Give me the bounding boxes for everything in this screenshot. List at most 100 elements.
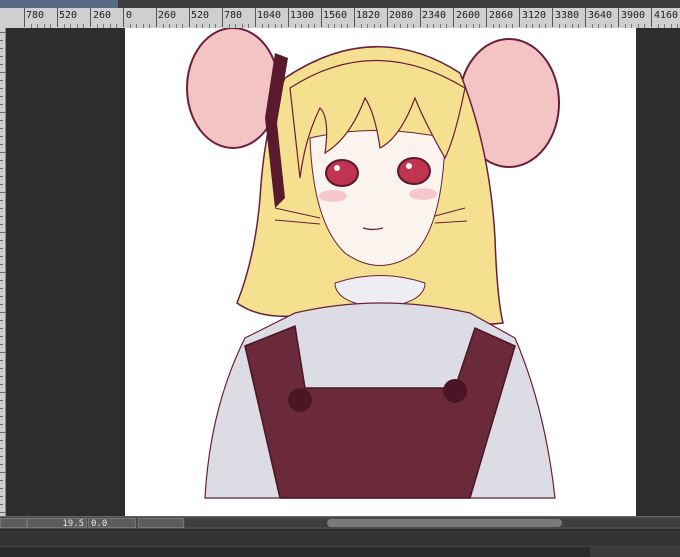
ruler-tick: [0, 200, 3, 201]
dress-button-right: [443, 379, 467, 403]
ruler-tick: [0, 376, 3, 377]
ruler-label: 520: [191, 10, 210, 21]
horizontal-scrollbar-thumb[interactable]: [327, 519, 562, 527]
ruler-label: 0: [126, 10, 133, 21]
ruler-major-tick: [420, 8, 421, 27]
ruler-tick: [0, 64, 3, 65]
ruler-tick: [0, 360, 3, 361]
ruler-tick: [0, 176, 3, 177]
ruler-tick: [0, 144, 3, 145]
status-bar: 19.5 0.0: [0, 516, 680, 529]
navigator-field[interactable]: [0, 518, 27, 528]
ruler-tick: [0, 112, 5, 113]
ruler-tick: [0, 128, 3, 129]
ruler-tick: [0, 480, 3, 481]
ruler-tick: [0, 392, 5, 393]
ruler-tick: [0, 224, 3, 225]
ruler-tick: [0, 280, 3, 281]
ruler-tick: [0, 432, 5, 433]
ruler-major-tick: [156, 8, 157, 27]
dress-button-left: [288, 388, 312, 412]
ruler-label: 260: [93, 10, 112, 21]
ruler-label: 1040: [257, 10, 282, 21]
bottom-tab-strip: [0, 546, 680, 557]
ruler-major-tick: [354, 8, 355, 27]
ruler-tick: [0, 88, 3, 89]
horizontal-scrollbar[interactable]: [185, 519, 680, 527]
ruler-major-tick: [651, 8, 652, 27]
ruler-label: 2340: [422, 10, 447, 21]
ruler-tick: [0, 464, 3, 465]
ruler-major-tick: [57, 8, 58, 27]
ruler-tick: [0, 240, 3, 241]
ruler-tick: [0, 496, 3, 497]
left-mouse-ear: [186, 28, 280, 149]
ruler-tick: [0, 80, 3, 81]
drawing-canvas[interactable]: [125, 28, 636, 516]
ruler-label: 780: [224, 10, 243, 21]
ruler-tick: [0, 408, 3, 409]
ruler-tick: [0, 328, 3, 329]
ruler-tick: [0, 152, 5, 153]
ruler-label: 4160: [654, 10, 679, 21]
eye-highlight: [334, 165, 340, 171]
ruler-major-tick: [222, 8, 223, 27]
ruler-major-tick: [90, 8, 91, 27]
ruler-label: 3900: [621, 10, 646, 21]
ruler-tick: [0, 32, 5, 33]
ruler-tick: [0, 456, 3, 457]
ruler-label: 2600: [456, 10, 481, 21]
left-eye: [325, 159, 359, 187]
ruler-major-tick: [519, 8, 520, 27]
ruler-tick: [0, 448, 3, 449]
ruler-major-tick: [387, 8, 388, 27]
ruler-tick: [0, 320, 3, 321]
ruler-major-tick: [453, 8, 454, 27]
ruler-tick: [0, 472, 5, 473]
ruler-tick: [0, 96, 3, 97]
ruler-tick: [0, 56, 3, 57]
ruler-label: 260: [158, 10, 177, 21]
ruler-label: 3380: [555, 10, 580, 21]
rotation-field[interactable]: 0.0: [88, 518, 136, 529]
ruler-tick: [0, 168, 3, 169]
ruler-label: 520: [59, 10, 78, 21]
ruler-tick: [0, 48, 3, 49]
ruler-tick: [0, 288, 3, 289]
ruler-tick: [0, 184, 3, 185]
ruler-major-tick: [486, 8, 487, 27]
ruler-tick: [0, 256, 3, 257]
ruler-tick: [0, 440, 3, 441]
ruler-tick: [0, 264, 3, 265]
zoom-field[interactable]: 19.5: [27, 518, 87, 529]
ruler-label: 780: [26, 10, 45, 21]
ruler-tick: [0, 72, 5, 73]
ruler-label: 3640: [588, 10, 613, 21]
ruler-tick: [0, 504, 3, 505]
active-document-tab[interactable]: [0, 0, 118, 8]
ruler-label: 1300: [290, 10, 315, 21]
ruler-tick: [0, 248, 3, 249]
ruler-tick: [0, 488, 3, 489]
ruler-tick: [0, 368, 3, 369]
eye-highlight: [406, 163, 412, 169]
ruler-tick: [0, 416, 3, 417]
ruler-tick: [0, 136, 3, 137]
ruler-major-tick: [618, 8, 619, 27]
ruler-tick: [0, 40, 3, 41]
ruler-major-tick: [255, 8, 256, 27]
left-blush: [319, 190, 347, 202]
ruler-tick: [0, 312, 5, 313]
right-eye: [397, 157, 431, 185]
ruler-label: 2080: [389, 10, 414, 21]
status-extra-field[interactable]: [138, 518, 184, 528]
illustration-artwork: [186, 28, 560, 499]
ruler-major-tick: [321, 8, 322, 27]
right-blush: [409, 188, 437, 200]
ruler-label: 1820: [356, 10, 381, 21]
ruler-tick: [0, 512, 5, 513]
ruler-tick: [0, 400, 3, 401]
ruler-tick: [0, 424, 3, 425]
ruler-tick: [0, 272, 5, 273]
ruler-tick: [0, 160, 3, 161]
